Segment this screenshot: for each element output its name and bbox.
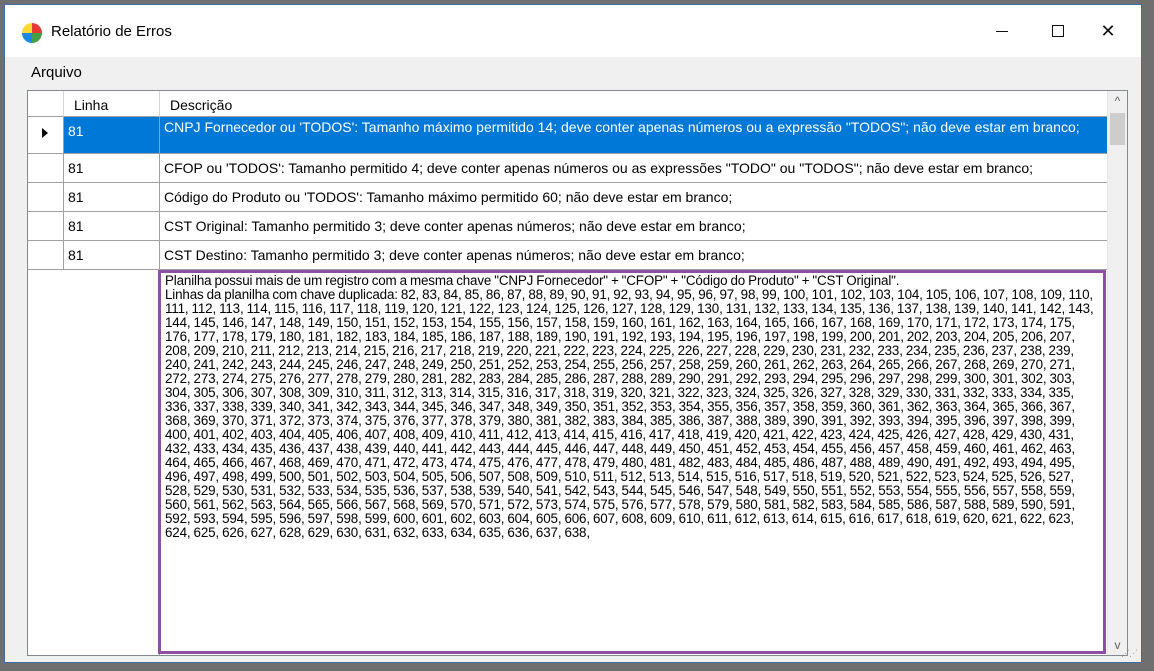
table-row[interactable]: 81 CFOP ou 'TODOS': Tamanho permitido 4;… <box>28 154 1110 183</box>
cell-descricao[interactable]: CST Destino: Tamanho permitido 3; deve c… <box>160 241 1110 270</box>
row-selector[interactable] <box>28 154 64 183</box>
scroll-up-button[interactable]: ^ <box>1108 91 1127 111</box>
error-report-window: Relatório de Erros ✕ Arquivo Linha Descr… <box>4 4 1142 663</box>
errors-grid[interactable]: Linha Descrição 81 CNPJ Fornecedor ou 'T… <box>27 90 1128 656</box>
table-row[interactable]: 81 CST Original: Tamanho permitido 3; de… <box>28 212 1110 241</box>
cell-descricao[interactable]: CFOP ou 'TODOS': Tamanho permitido 4; de… <box>160 154 1110 183</box>
cell-linha[interactable]: 81 <box>64 212 160 241</box>
table-row[interactable]: 81 Código do Produto ou 'TODOS': Tamanho… <box>28 183 1110 212</box>
row-selector[interactable] <box>28 212 64 241</box>
cell-linha[interactable]: 81 <box>64 117 160 154</box>
duplicate-key-message: Planilha possui mais de um registro com … <box>165 273 900 288</box>
title-bar[interactable]: Relatório de Erros ✕ <box>5 5 1141 57</box>
cell-linha[interactable]: 81 <box>64 183 160 212</box>
app-globe-icon <box>22 23 42 43</box>
cell-descricao[interactable]: Código do Produto ou 'TODOS': Tamanho má… <box>160 183 1110 212</box>
row-selector[interactable] <box>28 117 64 154</box>
table-row[interactable]: 81 CST Destino: Tamanho permitido 3; dev… <box>28 241 1110 270</box>
close-button[interactable]: ✕ <box>1085 5 1131 57</box>
minimize-button[interactable] <box>979 5 1025 57</box>
resize-grip-icon[interactable]: ⋰⋰ <box>1121 648 1138 659</box>
row-selector[interactable] <box>28 241 64 270</box>
cell-descricao[interactable]: CST Original: Tamanho permitido 3; deve … <box>160 212 1110 241</box>
maximize-button[interactable] <box>1035 5 1081 57</box>
scroll-thumb[interactable] <box>1110 113 1125 145</box>
column-header-linha[interactable]: Linha <box>64 91 160 117</box>
vertical-scrollbar[interactable]: ^ v <box>1107 91 1127 655</box>
menu-item-arquivo[interactable]: Arquivo <box>27 62 86 83</box>
cell-descricao[interactable]: CNPJ Fornecedor ou 'TODOS': Tamanho máxi… <box>160 117 1110 154</box>
minimize-icon <box>996 30 1008 32</box>
maximize-icon <box>1052 25 1064 37</box>
window-title: Relatório de Erros <box>51 23 172 40</box>
cell-linha[interactable]: 81 <box>64 154 160 183</box>
menu-bar <box>5 57 1141 85</box>
cell-descricao-duplicate-keys[interactable]: Planilha possui mais de um registro com … <box>158 270 1106 654</box>
cell-linha[interactable]: 81 <box>64 241 160 270</box>
chevron-down-icon: v <box>1114 638 1121 652</box>
column-header-descricao[interactable]: Descrição <box>160 91 1110 117</box>
chevron-up-icon: ^ <box>1114 94 1121 108</box>
row-header-corner[interactable] <box>28 91 64 117</box>
table-row[interactable]: 81 CNPJ Fornecedor ou 'TODOS': Tamanho m… <box>28 117 1110 154</box>
close-icon: ✕ <box>1100 20 1116 41</box>
row-selector[interactable] <box>28 183 64 212</box>
cell-linha-duplicate[interactable] <box>64 270 160 655</box>
duplicate-lines-list: Linhas da planilha com chave duplicada: … <box>165 287 1094 540</box>
current-row-arrow-icon <box>42 128 48 138</box>
